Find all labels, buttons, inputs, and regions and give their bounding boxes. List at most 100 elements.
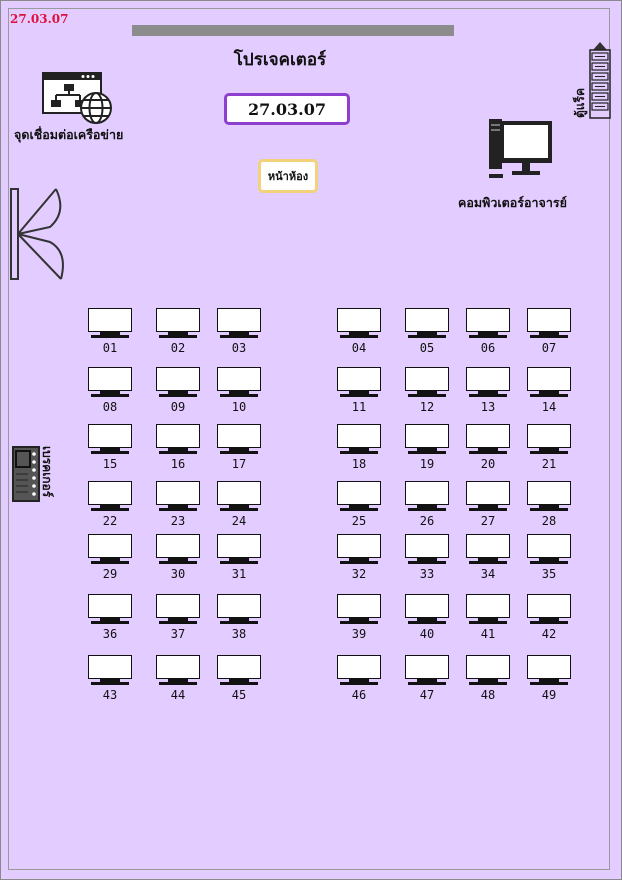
monitor-screen <box>527 594 571 618</box>
monitor-base <box>220 561 258 564</box>
computer-number: 14 <box>541 400 557 414</box>
monitor-screen <box>156 481 200 505</box>
date-value: 27.03.07 <box>248 99 326 119</box>
computer-number: 41 <box>480 627 496 641</box>
monitor-base <box>530 682 568 685</box>
monitor-screen <box>527 481 571 505</box>
student-computer: 19 <box>405 424 451 471</box>
computer-number: 33 <box>419 567 435 581</box>
projector-label: โปรเจคเตอร์ <box>233 50 327 70</box>
computer-number: 18 <box>351 457 367 471</box>
monitor-screen <box>405 594 449 618</box>
breaker-label: เบรคเกอร์ <box>40 446 54 498</box>
monitor-base <box>159 508 197 511</box>
date-box: 27.03.07 <box>224 93 350 125</box>
projector-screen-bar <box>132 25 454 36</box>
network-point-label: จุดเชื่อมต่อเครือข่าย <box>14 127 124 142</box>
monitor-base <box>91 621 129 624</box>
monitor-screen <box>156 534 200 558</box>
student-computer: 09 <box>156 367 202 414</box>
monitor-screen <box>466 655 510 679</box>
monitor-screen <box>527 308 571 332</box>
monitor-base <box>408 621 446 624</box>
student-computer: 13 <box>466 367 512 414</box>
monitor-base <box>469 394 507 397</box>
computer-number: 36 <box>102 627 118 641</box>
monitor-base <box>469 561 507 564</box>
monitor-screen <box>466 424 510 448</box>
monitor-base <box>91 394 129 397</box>
student-computer: 47 <box>405 655 451 702</box>
student-computer: 44 <box>156 655 202 702</box>
server-rack-icon <box>589 42 611 124</box>
student-computer: 49 <box>527 655 573 702</box>
student-computer: 29 <box>88 534 134 581</box>
monitor-screen <box>156 424 200 448</box>
student-computer: 20 <box>466 424 512 471</box>
computer-number: 05 <box>419 341 435 355</box>
computer-number: 31 <box>231 567 247 581</box>
computer-number: 24 <box>231 514 247 528</box>
computer-number: 17 <box>231 457 247 471</box>
computer-number: 48 <box>480 688 496 702</box>
student-computer: 24 <box>217 481 263 528</box>
monitor-screen <box>337 534 381 558</box>
computer-number: 10 <box>231 400 247 414</box>
monitor-screen <box>156 308 200 332</box>
computer-number: 29 <box>102 567 118 581</box>
computer-number: 35 <box>541 567 557 581</box>
monitor-base <box>530 621 568 624</box>
student-computer: 06 <box>466 308 512 355</box>
student-computer: 39 <box>337 594 383 641</box>
monitor-base <box>408 451 446 454</box>
monitor-screen <box>337 655 381 679</box>
front-of-room-box: หน้าห้อง <box>258 159 318 193</box>
teacher-computer-icon <box>488 118 554 186</box>
monitor-base <box>91 451 129 454</box>
computer-number: 22 <box>102 514 118 528</box>
monitor-base <box>91 508 129 511</box>
breaker-panel-icon <box>12 446 40 506</box>
student-computer: 32 <box>337 534 383 581</box>
monitor-screen <box>527 367 571 391</box>
computer-number: 09 <box>170 400 186 414</box>
computer-number: 43 <box>102 688 118 702</box>
student-computer: 43 <box>88 655 134 702</box>
computer-number: 08 <box>102 400 118 414</box>
monitor-screen <box>156 655 200 679</box>
student-computer: 15 <box>88 424 134 471</box>
student-computer: 23 <box>156 481 202 528</box>
room-code: 27.03.07 <box>10 12 69 26</box>
monitor-base <box>159 335 197 338</box>
monitor-screen <box>337 481 381 505</box>
computer-number: 12 <box>419 400 435 414</box>
computer-number: 42 <box>541 627 557 641</box>
monitor-base <box>408 394 446 397</box>
monitor-screen <box>405 655 449 679</box>
monitor-base <box>91 682 129 685</box>
computer-number: 03 <box>231 341 247 355</box>
monitor-base <box>159 451 197 454</box>
student-computer: 33 <box>405 534 451 581</box>
monitor-screen <box>217 481 261 505</box>
monitor-base <box>220 508 258 511</box>
computer-number: 26 <box>419 514 435 528</box>
student-computer: 42 <box>527 594 573 641</box>
computer-number: 16 <box>170 457 186 471</box>
monitor-screen <box>337 424 381 448</box>
monitor-base <box>340 335 378 338</box>
computer-number: 20 <box>480 457 496 471</box>
monitor-base <box>220 335 258 338</box>
student-computer: 03 <box>217 308 263 355</box>
computer-number: 44 <box>170 688 186 702</box>
monitor-base <box>408 335 446 338</box>
student-computer: 12 <box>405 367 451 414</box>
monitor-base <box>340 682 378 685</box>
monitor-screen <box>466 594 510 618</box>
monitor-screen <box>405 424 449 448</box>
monitor-screen <box>88 424 132 448</box>
computer-number: 11 <box>351 400 367 414</box>
student-computer: 45 <box>217 655 263 702</box>
student-computer: 35 <box>527 534 573 581</box>
computer-number: 27 <box>480 514 496 528</box>
